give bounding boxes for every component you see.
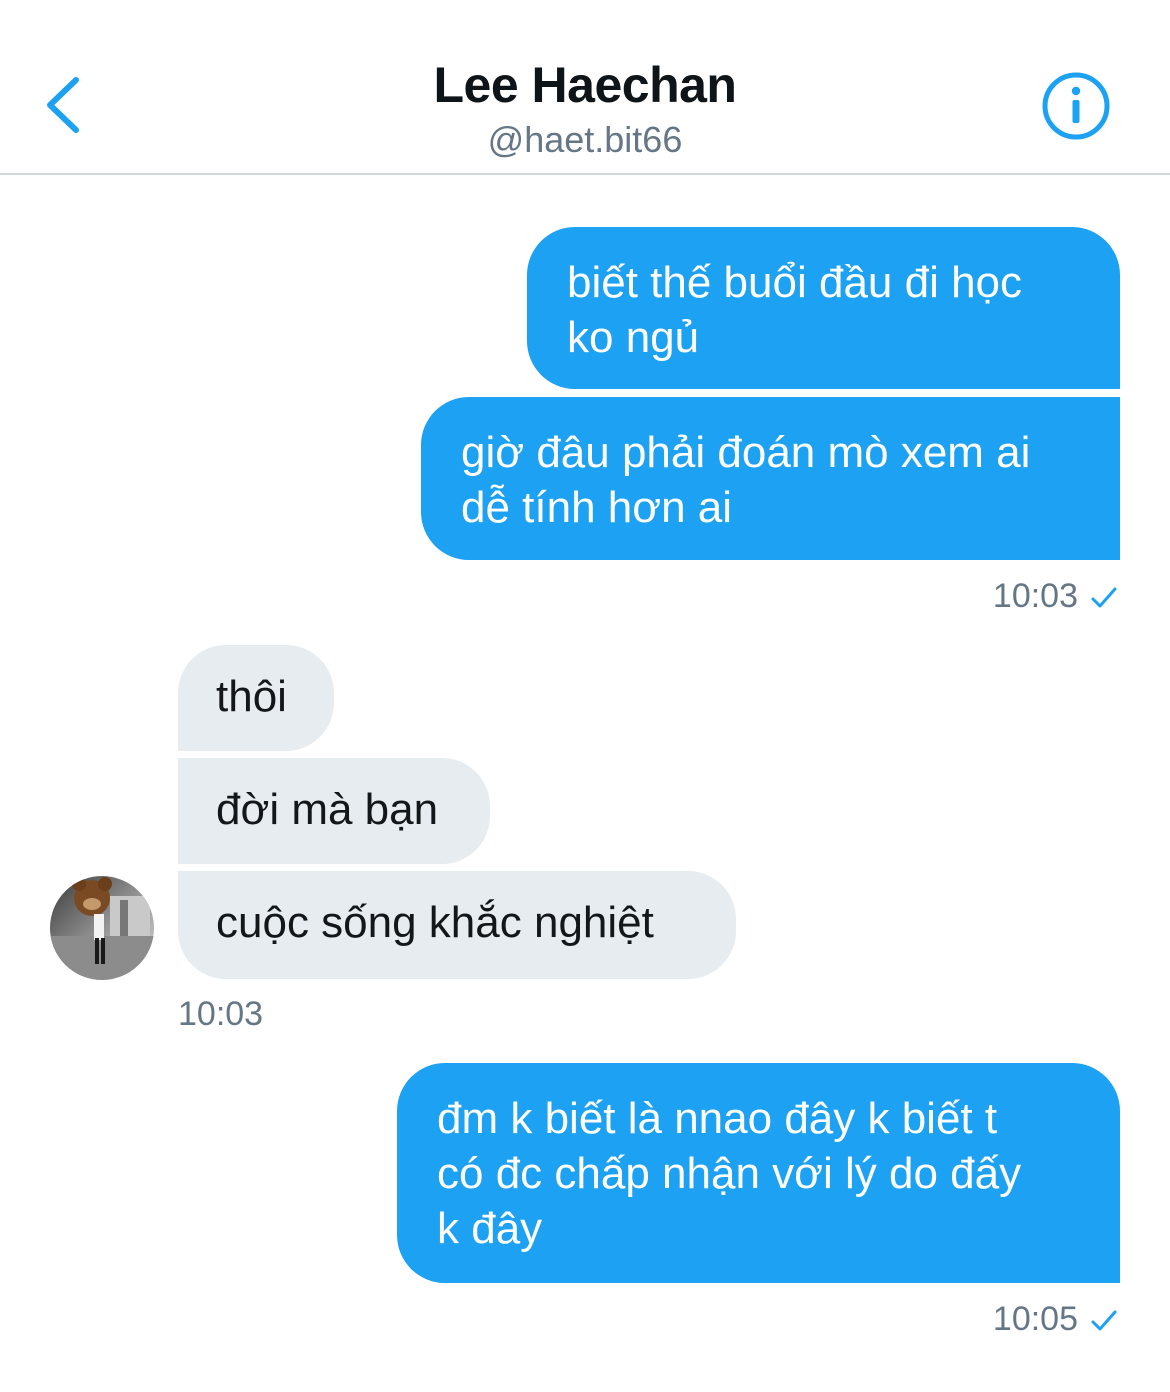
outgoing-message-bubble[interactable]: giờ đâu phải đoán mò xem ai dễ tính hơn … <box>421 397 1120 560</box>
info-button[interactable] <box>1040 70 1112 142</box>
outgoing-message-bubble[interactable]: đm k biết là nnao đây k biết t có đc chấ… <box>397 1063 1120 1283</box>
contact-name: Lee Haechan <box>433 57 737 113</box>
message-timestamp: 10:03 <box>178 995 264 1033</box>
conversation-title-block[interactable]: Lee Haechan @haet.bit66 <box>285 56 885 164</box>
info-circle-icon <box>1042 72 1110 140</box>
back-button[interactable] <box>38 70 88 140</box>
timestamp-text: 10:05 <box>992 1300 1078 1338</box>
avatar[interactable] <box>50 876 154 980</box>
contact-handle: @haet.bit66 <box>487 119 683 160</box>
incoming-message-bubble[interactable]: thôi <box>178 645 334 751</box>
incoming-message-bubble[interactable]: cuộc sống khắc nghiệt <box>178 871 736 979</box>
chevron-left-icon <box>47 77 79 133</box>
conversation-header: Lee Haechan @haet.bit66 <box>0 0 1170 175</box>
incoming-message-bubble[interactable]: đời mà bạn <box>178 758 490 864</box>
checkmark-icon <box>1091 1310 1117 1331</box>
checkmark-icon <box>1091 587 1117 608</box>
message-timestamp: 10:05 <box>993 1299 1118 1339</box>
message-timestamp: 10:03 <box>993 576 1118 616</box>
avatar-photo <box>50 876 154 980</box>
timestamp-text: 10:03 <box>992 577 1078 615</box>
outgoing-message-bubble[interactable]: biết thế buổi đầu đi học ko ngủ <box>527 227 1120 389</box>
